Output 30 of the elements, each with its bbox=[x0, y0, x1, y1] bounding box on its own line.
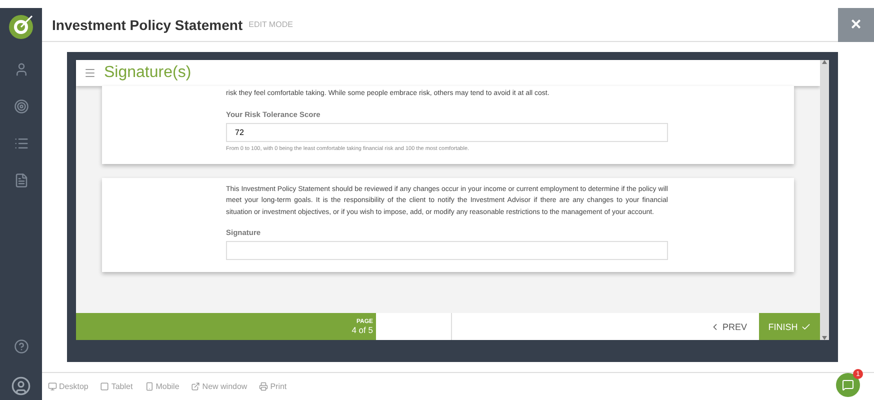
desktop-icon bbox=[48, 382, 57, 391]
window-icon bbox=[191, 382, 200, 391]
target-logo-icon[interactable] bbox=[8, 14, 34, 40]
section-title: Signature(s) bbox=[104, 64, 192, 82]
page-number: 4 of 5 bbox=[352, 324, 373, 334]
tablet-icon bbox=[100, 382, 110, 391]
toolbar-button[interactable]: Tablet bbox=[100, 382, 133, 391]
scroll-up-icon[interactable] bbox=[822, 60, 827, 64]
list-icon[interactable] bbox=[14, 136, 28, 151]
toolbar-button[interactable]: New window bbox=[191, 382, 248, 391]
input-field[interactable]: 72 bbox=[226, 122, 668, 142]
chat-icon bbox=[842, 379, 854, 391]
document-icon[interactable] bbox=[14, 173, 28, 188]
toolbar-button[interactable]: Print bbox=[259, 382, 287, 391]
user-icon[interactable] bbox=[14, 62, 28, 77]
print-icon bbox=[259, 382, 268, 391]
account-icon[interactable] bbox=[11, 376, 31, 396]
signature-field[interactable] bbox=[226, 241, 668, 260]
menu-icon[interactable] bbox=[84, 67, 96, 79]
checkmark-icon bbox=[800, 322, 811, 332]
close-button[interactable]: × bbox=[838, 8, 874, 42]
toolbar-button[interactable]: Mobile bbox=[144, 382, 180, 391]
target-icon[interactable] bbox=[14, 99, 28, 114]
toolbar-button[interactable]: Desktop bbox=[48, 382, 88, 391]
mobile-icon bbox=[144, 382, 154, 391]
finish-button[interactable]: FINISH bbox=[759, 313, 820, 340]
help-icon[interactable] bbox=[14, 339, 28, 354]
window-title: Investment Policy Statement bbox=[52, 16, 243, 32]
scroll-down-icon[interactable] bbox=[822, 336, 827, 340]
mode-label: EDIT MODE bbox=[248, 20, 293, 29]
